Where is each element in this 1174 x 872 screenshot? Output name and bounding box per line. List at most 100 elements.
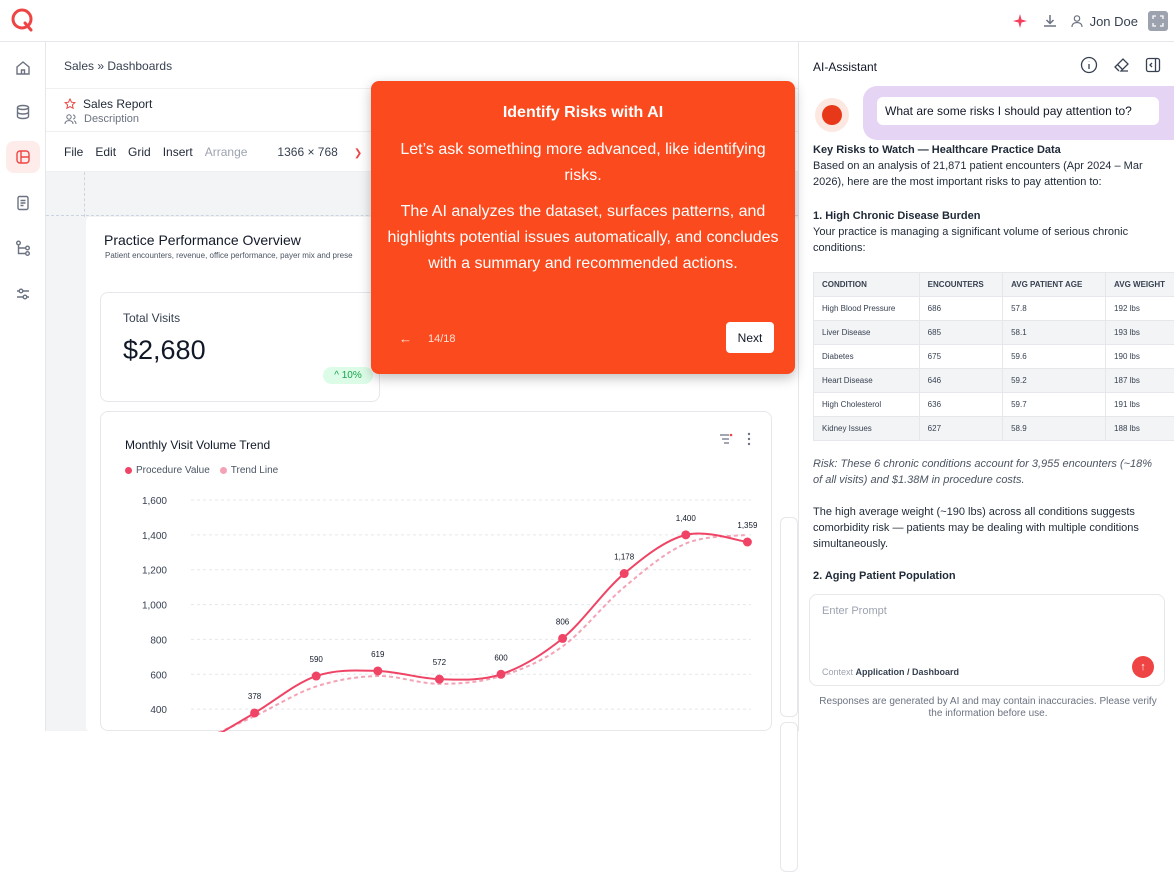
- chart-title: Monthly Visit Volume Trend: [125, 438, 270, 452]
- resolution-value: 1366 × 768: [277, 145, 337, 159]
- data-label: 600: [494, 653, 508, 662]
- legend-dot: [220, 467, 227, 474]
- table-header: ENCOUNTERS: [919, 273, 1002, 297]
- table-cell: 59.2: [1003, 369, 1106, 393]
- database-icon[interactable]: [6, 96, 40, 128]
- prompt-input[interactable]: Enter Prompt: [822, 605, 887, 617]
- legend-item-procedure[interactable]: Procedure Value: [125, 465, 210, 476]
- arrow-left-icon[interactable]: ←: [399, 331, 412, 346]
- tour-title: Identify Risks with AI: [371, 104, 795, 122]
- table-header: AVG WEIGHT: [1106, 273, 1174, 297]
- y-tick-label: 400: [150, 705, 167, 716]
- collapse-panel-icon[interactable]: [1144, 56, 1162, 79]
- y-tick-label: 1,600: [142, 496, 167, 507]
- tour-navigation: ← 14/18: [399, 331, 456, 346]
- chart-card[interactable]: Monthly Visit Volume Trend Procedure Val…: [100, 411, 772, 731]
- legend-item-trend[interactable]: Trend Line: [220, 465, 278, 476]
- table-row: Heart Disease64659.2187 lbs: [814, 369, 1174, 393]
- more-icon[interactable]: [747, 432, 751, 446]
- expand-icon[interactable]: [1148, 11, 1168, 31]
- report-description[interactable]: Description: [64, 113, 139, 125]
- report-name: Sales Report: [83, 97, 152, 111]
- data-label: 572: [433, 658, 447, 667]
- table-cell: Liver Disease: [814, 321, 920, 345]
- data-label: 1,400: [676, 514, 697, 523]
- menu-arrange: Arrange: [205, 145, 248, 159]
- next-button[interactable]: Next: [726, 322, 774, 353]
- table-header-row: CONDITION ENCOUNTERS AVG PATIENT AGE AVG…: [814, 273, 1174, 297]
- sparkle-icon[interactable]: [1010, 11, 1030, 31]
- report-title[interactable]: Sales Report: [64, 97, 152, 111]
- table-header: CONDITION: [814, 273, 920, 297]
- table-row: High Blood Pressure68657.8192 lbs: [814, 297, 1174, 321]
- ai-avatar: [815, 98, 849, 132]
- filter-icon[interactable]: [719, 433, 733, 445]
- users-icon: [64, 113, 77, 125]
- info-icon[interactable]: [1080, 56, 1098, 79]
- y-tick-label: 600: [150, 670, 167, 681]
- kpi-label: Total Visits: [123, 311, 180, 325]
- table-row: Diabetes67559.6190 lbs: [814, 345, 1174, 369]
- table-cell: 58.9: [1003, 417, 1106, 441]
- y-tick-label: 1,200: [142, 566, 167, 577]
- guide-line: [84, 172, 85, 217]
- menu-edit[interactable]: Edit: [95, 145, 116, 159]
- breadcrumb[interactable]: Sales » Dashboards: [64, 59, 172, 73]
- line-chart: 1,6001,4001,2001,00080060040020037859061…: [101, 482, 771, 732]
- home-icon[interactable]: [6, 52, 40, 84]
- description-text: Description: [84, 113, 139, 125]
- eraser-icon[interactable]: [1112, 56, 1130, 79]
- table-cell: Heart Disease: [814, 369, 920, 393]
- settings-sliders-icon[interactable]: [6, 278, 40, 310]
- kpi-card[interactable]: Total Visits $2,680 ^ 10%: [100, 292, 380, 402]
- download-icon[interactable]: [1040, 11, 1060, 31]
- star-icon[interactable]: [64, 98, 76, 110]
- context-value: Application / Dashboard: [856, 667, 960, 677]
- menu-grid[interactable]: Grid: [128, 145, 151, 159]
- table-cell: 188 lbs: [1106, 417, 1174, 441]
- dashboard-title: Practice Performance Overview: [104, 232, 301, 248]
- weight-note: The high average weight (~190 lbs) acros…: [813, 504, 1163, 552]
- procedure-value-series: [193, 533, 747, 732]
- tour-paragraph: Let’s ask something more advanced, like …: [385, 137, 781, 189]
- table-cell: 190 lbs: [1106, 345, 1174, 369]
- app-logo-icon[interactable]: [10, 7, 36, 33]
- chat-thread[interactable]: What are some risks I should pay attenti…: [799, 86, 1174, 586]
- section-text: Your practice is managing a significant …: [813, 224, 1163, 256]
- section-heading: 2. Aging Patient Population: [813, 568, 1163, 584]
- y-tick-label: 1,000: [142, 601, 167, 612]
- resolution-select[interactable]: 1366 × 768❯: [277, 145, 374, 159]
- document-icon[interactable]: [6, 187, 40, 219]
- chart-legend: Procedure Value Trend Line: [125, 465, 288, 476]
- table-cell: 646: [919, 369, 1002, 393]
- user-menu[interactable]: Jon Doe: [1070, 14, 1138, 29]
- table-cell: 57.8: [1003, 297, 1106, 321]
- data-point: [312, 672, 321, 681]
- risk-table: CONDITION ENCOUNTERS AVG PATIENT AGE AVG…: [813, 272, 1174, 441]
- user-message: What are some risks I should pay attenti…: [863, 86, 1174, 140]
- data-label: 1,178: [614, 553, 635, 562]
- tour-step: 14/18: [428, 333, 456, 345]
- table-cell: 636: [919, 393, 1002, 417]
- prompt-box[interactable]: Enter Prompt Context Application / Dashb…: [809, 594, 1165, 686]
- menu-file[interactable]: File: [64, 145, 83, 159]
- send-button[interactable]: ↑: [1132, 656, 1154, 678]
- tour-paragraph: The AI analyzes the dataset, surfaces pa…: [385, 199, 781, 277]
- data-point: [435, 675, 444, 684]
- ai-header-actions: [1066, 56, 1162, 79]
- menu-insert[interactable]: Insert: [163, 145, 193, 159]
- side-card: [780, 722, 798, 872]
- arrow-up-icon: ↑: [1140, 661, 1146, 673]
- workflow-icon[interactable]: [6, 232, 40, 264]
- data-point: [681, 530, 690, 539]
- table-cell: 686: [919, 297, 1002, 321]
- chart-actions: [719, 432, 751, 446]
- table-row: High Cholesterol63659.7191 lbs: [814, 393, 1174, 417]
- dashboard-icon[interactable]: [6, 141, 40, 173]
- data-label: 619: [371, 650, 385, 659]
- data-point: [373, 666, 382, 675]
- table-cell: 627: [919, 417, 1002, 441]
- table-cell: High Blood Pressure: [814, 297, 920, 321]
- table-cell: 675: [919, 345, 1002, 369]
- ai-disclaimer: Responses are generated by AI and may co…: [813, 696, 1163, 720]
